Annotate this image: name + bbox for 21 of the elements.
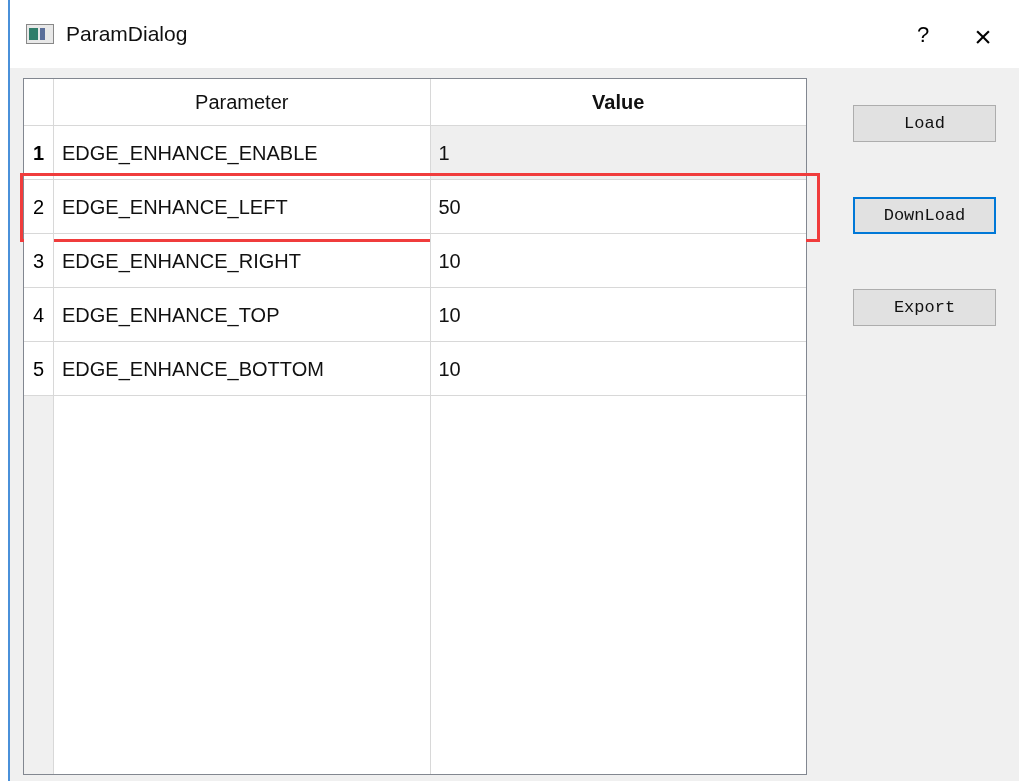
table-cell: EDGE_ENHANCE_BOTTOM xyxy=(54,342,431,395)
table-row[interactable]: 2 EDGE_ENHANCE_LEFT 50 xyxy=(24,180,806,234)
table-row[interactable]: 4 EDGE_ENHANCE_TOP 10 xyxy=(24,288,806,342)
help-button[interactable]: ? xyxy=(903,14,943,54)
table-cell: EDGE_ENHANCE_ENABLE xyxy=(54,126,431,179)
action-button[interactable]: Export xyxy=(853,289,996,326)
close-button[interactable]: × xyxy=(963,14,1003,54)
window-title: ParamDialog xyxy=(66,21,188,48)
table-cell: EDGE_ENHANCE_TOP xyxy=(54,288,431,341)
table-row[interactable]: 1 EDGE_ENHANCE_ENABLE 1 xyxy=(24,126,806,180)
action-button[interactable]: Load xyxy=(853,105,996,142)
row-header[interactable]: 3 xyxy=(24,234,54,287)
column-header[interactable]: Parameter xyxy=(54,79,431,125)
window-app-icon xyxy=(26,24,54,44)
table-cell: EDGE_ENHANCE_RIGHT xyxy=(54,234,431,287)
table-cell: 1 xyxy=(430,126,806,179)
column-header[interactable]: Value xyxy=(430,79,806,125)
action-button[interactable]: DownLoad xyxy=(853,197,996,234)
table-row[interactable]: 5 EDGE_ENHANCE_BOTTOM 10 xyxy=(24,342,806,396)
table-cell: EDGE_ENHANCE_LEFT xyxy=(54,180,431,233)
table-row[interactable]: 3 EDGE_ENHANCE_RIGHT 10 xyxy=(24,234,806,288)
